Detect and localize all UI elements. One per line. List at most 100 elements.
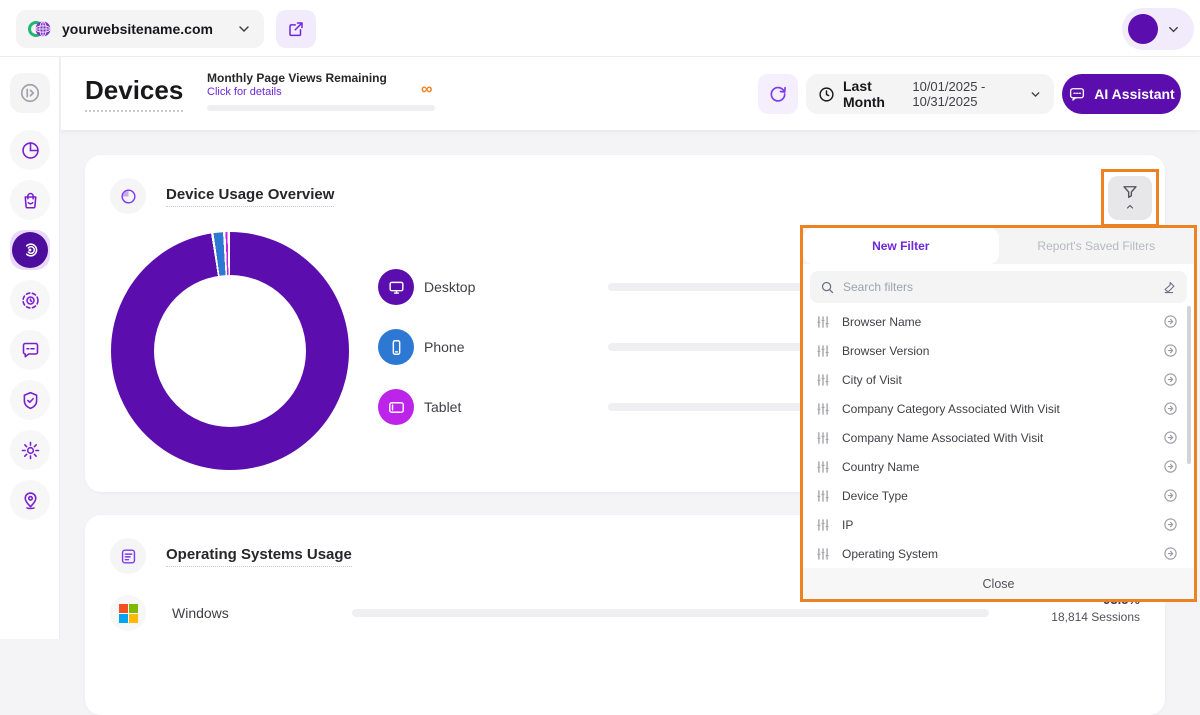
website-name: yourwebsitename.com <box>62 21 236 37</box>
sidebar-item-feedback[interactable] <box>10 330 50 370</box>
windows-progress-bar <box>352 609 989 617</box>
tab-saved-filters[interactable]: Report's Saved Filters <box>999 228 1195 264</box>
quota-details-link[interactable]: Click for details <box>207 86 435 98</box>
arrow-right-circle-icon[interactable] <box>1163 517 1178 532</box>
report-document-icon <box>110 538 146 574</box>
arrow-right-circle-icon[interactable] <box>1163 372 1178 387</box>
funnel-filter-icon <box>1121 183 1139 201</box>
filter-option-operating-system[interactable]: Operating System <box>803 539 1194 568</box>
search-icon <box>820 280 835 295</box>
filter-toggle-button[interactable] <box>1108 176 1152 220</box>
pageviews-quota: Monthly Page Views Remaining Click for d… <box>207 71 435 111</box>
sliders-icon <box>816 344 830 358</box>
filter-option-city-of-visit[interactable]: City of Visit <box>803 365 1194 394</box>
search-input[interactable] <box>843 280 1162 294</box>
arrow-right-circle-icon[interactable] <box>1163 401 1178 416</box>
filter-option-device-type[interactable]: Device Type <box>803 481 1194 510</box>
refresh-button[interactable] <box>758 74 798 114</box>
arrow-right-circle-icon[interactable] <box>1163 343 1178 358</box>
shopping-bag-icon <box>20 190 41 211</box>
filter-option-label: City of Visit <box>842 373 1163 387</box>
os-card-title: Operating Systems Usage <box>166 546 352 567</box>
donut-chart-icon <box>110 178 146 214</box>
external-link-icon <box>287 20 305 38</box>
quota-progress-bar <box>207 105 435 111</box>
open-website-button[interactable] <box>276 10 316 48</box>
filter-option-company-name[interactable]: Company Name Associated With Visit <box>803 423 1194 452</box>
chat-bubble-icon <box>20 340 41 361</box>
sliders-icon <box>816 460 830 474</box>
eraser-icon[interactable] <box>1162 280 1177 295</box>
filter-option-company-category[interactable]: Company Category Associated With Visit <box>803 394 1194 423</box>
filter-panel: New Filter Report's Saved Filters Browse… <box>800 225 1197 602</box>
filter-option-ip[interactable]: IP <box>803 510 1194 539</box>
page-header: Devices Monthly Page Views Remaining Cli… <box>61 57 1200 130</box>
os-sessions: 18,814 Sessions <box>1051 610 1140 624</box>
arrow-right-circle-icon[interactable] <box>1163 546 1178 561</box>
quota-title: Monthly Page Views Remaining <box>207 71 435 85</box>
device-card-title: Device Usage Overview <box>166 186 334 207</box>
close-button[interactable]: Close <box>803 568 1194 599</box>
sliders-icon <box>816 402 830 416</box>
filter-option-label: IP <box>842 518 1163 532</box>
sliders-icon <box>816 518 830 532</box>
chevron-down-icon <box>1029 88 1042 101</box>
target-session-icon <box>20 290 41 311</box>
location-pin-icon <box>20 490 41 511</box>
filter-option-label: Country Name <box>842 460 1163 474</box>
desktop-monitor-icon <box>378 269 414 305</box>
legend-label: Phone <box>424 339 594 355</box>
period-range: 10/01/2025 - 10/31/2025 <box>912 79 1025 109</box>
sidebar-collapse-button[interactable] <box>10 73 50 113</box>
arrow-right-circle-icon[interactable] <box>1163 314 1178 329</box>
tab-new-filter[interactable]: New Filter <box>803 228 999 264</box>
arrow-right-circle-icon[interactable] <box>1163 488 1178 503</box>
arrow-right-circle-icon[interactable] <box>1163 459 1178 474</box>
sidebar-item-visitors-active[interactable] <box>10 230 50 270</box>
infinity-value: ∞ <box>421 81 432 99</box>
radar-icon <box>20 240 40 260</box>
filter-option-country-name[interactable]: Country Name <box>803 452 1194 481</box>
gear-icon <box>20 440 41 461</box>
collapse-panel-icon <box>19 82 41 104</box>
date-range-selector[interactable]: Last Month 10/01/2025 - 10/31/2025 <box>806 74 1054 114</box>
ai-assistant-button[interactable]: AI Assistant <box>1062 74 1181 114</box>
filter-option-label: Device Type <box>842 489 1163 503</box>
sliders-icon <box>816 373 830 387</box>
sidebar-item-privacy[interactable] <box>10 380 50 420</box>
legend-label: Desktop <box>424 279 594 295</box>
filter-search <box>810 271 1187 303</box>
arrow-right-circle-icon[interactable] <box>1163 430 1178 445</box>
windows-logo-icon <box>110 595 146 631</box>
filter-option-browser-name[interactable]: Browser Name <box>803 307 1194 336</box>
panel-scrollbar[interactable] <box>1187 306 1191 464</box>
shield-check-icon <box>20 390 41 411</box>
sliders-icon <box>816 547 830 561</box>
phone-icon <box>378 329 414 365</box>
sidebar-item-locations[interactable] <box>10 480 50 520</box>
page-title: Devices <box>85 75 183 112</box>
account-menu[interactable] <box>1122 8 1194 50</box>
chevron-down-icon <box>236 21 252 37</box>
filter-option-label: Operating System <box>842 547 1163 561</box>
device-donut-chart[interactable] <box>111 232 349 470</box>
sidebar <box>0 57 60 639</box>
sliders-icon <box>816 489 830 503</box>
chat-assistant-icon <box>1068 85 1086 103</box>
refresh-icon <box>768 84 788 104</box>
tablet-icon <box>378 389 414 425</box>
filter-option-label: Browser Version <box>842 344 1163 358</box>
filter-list: Browser Name Browser Version City of Vis… <box>803 307 1194 568</box>
website-selector[interactable]: yourwebsitename.com <box>16 10 264 48</box>
filter-option-browser-version[interactable]: Browser Version <box>803 336 1194 365</box>
sidebar-item-overview[interactable] <box>10 130 50 170</box>
filter-option-label: Company Name Associated With Visit <box>842 431 1163 445</box>
pie-chart-icon <box>20 140 41 161</box>
avatar <box>1128 14 1158 44</box>
filter-tabs: New Filter Report's Saved Filters <box>803 228 1194 264</box>
sidebar-item-sessions[interactable] <box>10 280 50 320</box>
ai-assistant-label: AI Assistant <box>1094 86 1174 102</box>
sidebar-item-ecommerce[interactable] <box>10 180 50 220</box>
sidebar-item-settings[interactable] <box>10 430 50 470</box>
globe-logo-icon <box>28 17 52 41</box>
